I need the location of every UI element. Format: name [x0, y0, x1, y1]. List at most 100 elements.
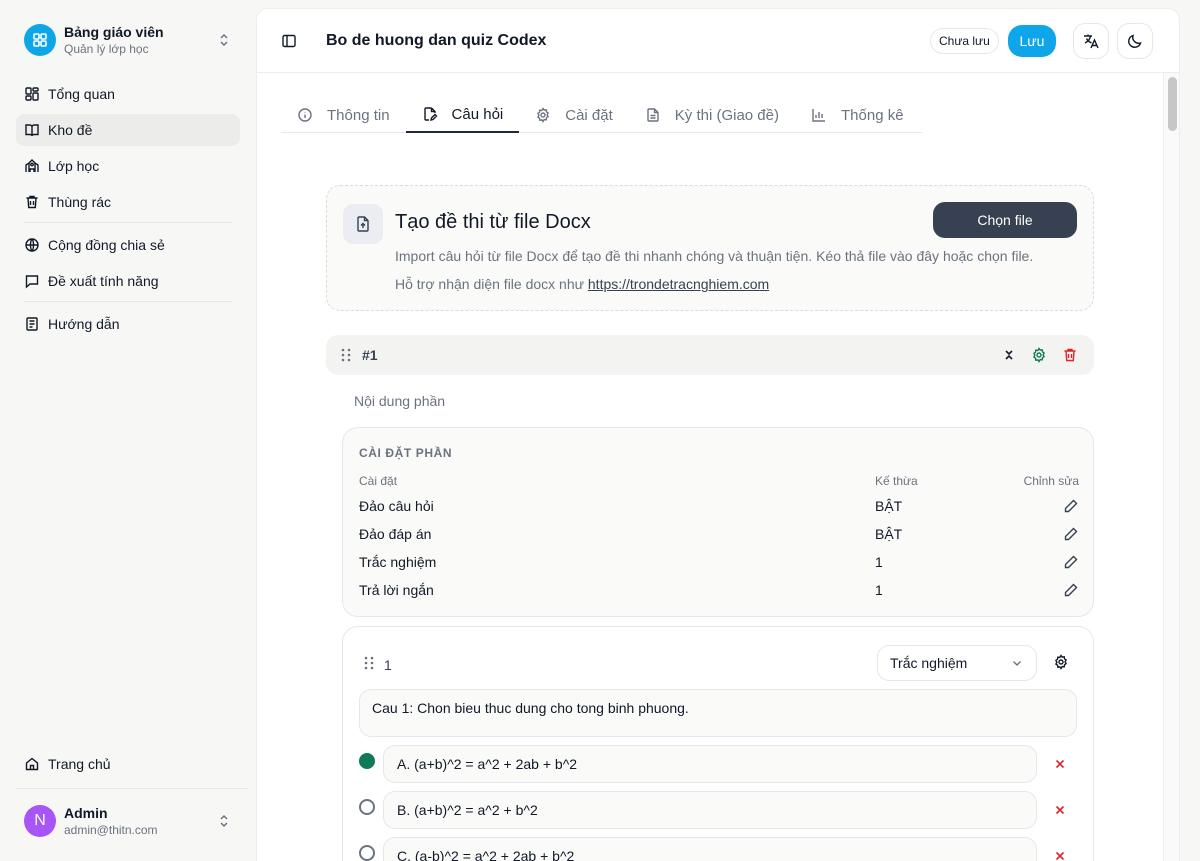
sidebar-divider	[24, 222, 232, 223]
user-name: Admin	[64, 805, 108, 821]
question-text-input[interactable]: Cau 1: Chon bieu thuc dung cho tong binh…	[359, 689, 1077, 737]
tab-statistics[interactable]: Thống kê	[795, 97, 920, 133]
save-button[interactable]: Lưu	[1008, 25, 1056, 57]
setting-value: BẬT	[875, 498, 903, 514]
correct-answer-radio[interactable]	[359, 753, 375, 769]
setting-value: 1	[875, 554, 883, 570]
sidebar-item-trash[interactable]: Thùng rác	[16, 186, 240, 218]
table-row: Đảo câu hỏi BẬT	[359, 494, 1079, 522]
globe-icon	[25, 238, 39, 252]
sidebar-divider	[24, 301, 232, 302]
delete-icon[interactable]	[1062, 347, 1078, 363]
tab-label: Kỳ thi (Giao đề)	[674, 106, 779, 124]
sidebar-item-label: Tổng quan	[48, 86, 115, 102]
drag-handle-icon[interactable]	[340, 348, 352, 362]
workspace-switcher[interactable]: Bảng giáo viên Quản lý lớp học	[16, 16, 240, 64]
sidebar-item-overview[interactable]: Tổng quan	[16, 78, 240, 110]
table-row: Trả lời ngắn 1	[359, 578, 1079, 606]
question-type-select[interactable]: Trắc nghiệm	[877, 645, 1037, 681]
edit-pencil-icon[interactable]	[1063, 554, 1079, 570]
import-support-text: Hỗ trợ nhận diện file docx như https://t…	[395, 276, 769, 292]
sidebar-item-guide[interactable]: Hướng dẫn	[16, 308, 240, 340]
close-icon[interactable]	[1053, 849, 1067, 861]
import-description: Import câu hỏi từ file Docx để tạo đề th…	[395, 248, 1034, 264]
sidebar-item-label: Kho đề	[48, 122, 93, 138]
dashboard-icon	[25, 87, 39, 101]
collapse-icon[interactable]	[1001, 347, 1017, 363]
setting-name: Đảo đáp án	[359, 526, 432, 542]
chevrons-up-down-icon	[220, 33, 228, 47]
sidebar-item-label: Lớp học	[48, 158, 100, 174]
question-type-value: Trắc nghiệm	[890, 655, 968, 671]
docx-import-dropzone[interactable]: Tạo đề thi từ file Docx Chọn file Import…	[326, 185, 1094, 311]
import-title: Tạo đề thi từ file Docx	[395, 211, 591, 233]
sidebar-item-classes[interactable]: Lớp học	[16, 150, 240, 182]
sidebar-item-label: Cộng đồng chia sẻ	[48, 237, 165, 253]
answer-option: B. (a+b)^2 = a^2 + b^2	[359, 791, 1079, 829]
scrollbar[interactable]	[1163, 73, 1179, 861]
book-icon	[25, 124, 39, 137]
gear-icon[interactable]	[1053, 654, 1069, 670]
answer-radio[interactable]	[359, 845, 375, 861]
message-square-icon	[25, 275, 39, 289]
brand-title: Bảng giáo viên	[64, 24, 164, 40]
close-icon[interactable]	[1053, 803, 1067, 817]
gear-icon[interactable]	[1031, 347, 1047, 363]
answer-option: C. (a-b)^2 = a^2 + 2ab + b^2	[359, 837, 1079, 861]
setting-value: BẬT	[875, 526, 903, 542]
close-icon[interactable]	[1053, 757, 1067, 771]
document-icon	[26, 317, 38, 331]
scrollbar-thumb[interactable]	[1168, 77, 1177, 131]
tab-exams[interactable]: Kỳ thi (Giao đề)	[629, 97, 795, 133]
file-pen-icon	[423, 107, 438, 121]
sidebar-toggle-icon[interactable]	[281, 33, 297, 49]
tab-questions[interactable]: Câu hỏi	[405, 97, 520, 133]
edit-pencil-icon[interactable]	[1063, 582, 1079, 598]
support-prefix: Hỗ trợ nhận diện file docx như	[395, 276, 588, 292]
tab-label: Thông tin	[327, 106, 390, 124]
answer-input[interactable]: C. (a-b)^2 = a^2 + 2ab + b^2	[383, 837, 1037, 861]
tab-bar: Thông tin Câu hỏi Cài đặt Kỳ thi (Giao đ…	[281, 97, 922, 133]
sidebar-item-question-bank[interactable]: Kho đề	[16, 114, 240, 146]
user-menu[interactable]: N Admin admin@thitn.com	[16, 800, 240, 842]
drag-handle-icon[interactable]	[363, 656, 375, 670]
choose-file-button[interactable]: Chọn file	[933, 202, 1077, 238]
sidebar-item-label: Thùng rác	[48, 194, 112, 210]
status-badge: Chưa lưu	[930, 28, 999, 54]
setting-name: Đảo câu hỏi	[359, 498, 434, 514]
page-title: Bo de huong dan quiz Codex	[326, 32, 547, 49]
sidebar-item-label: Đề xuất tính năng	[48, 273, 159, 289]
header-inherit: Kế thừa	[875, 474, 918, 488]
trash-icon	[26, 195, 38, 209]
avatar: N	[24, 805, 56, 837]
answer-input[interactable]: B. (a+b)^2 = a^2 + b^2	[383, 791, 1037, 829]
settings-table: Cài đặt Kế thừa Chỉnh sửa Đảo câu hỏi BẬ…	[359, 474, 1079, 606]
sidebar-item-home[interactable]: Trang chủ	[16, 748, 240, 780]
file-text-icon	[647, 108, 659, 122]
settings-title: CÀI ĐẶT PHẦN	[359, 446, 453, 460]
section-content-placeholder[interactable]: Nội dung phần	[354, 393, 445, 409]
chevrons-up-down-icon	[220, 814, 228, 828]
question-number: 1	[384, 657, 392, 673]
answer-radio[interactable]	[359, 799, 375, 815]
sidebar: Bảng giáo viên Quản lý lớp học Tổng quan…	[0, 0, 248, 861]
edit-pencil-icon[interactable]	[1063, 526, 1079, 542]
theme-toggle-button[interactable]	[1117, 23, 1153, 59]
support-link[interactable]: https://trondetracnghiem.com	[588, 276, 769, 292]
user-email: admin@thitn.com	[64, 823, 158, 837]
answer-input[interactable]: A. (a+b)^2 = a^2 + 2ab + b^2	[383, 745, 1037, 783]
header-edit: Chỉnh sửa	[1023, 474, 1079, 488]
sidebar-item-community[interactable]: Cộng đồng chia sẻ	[16, 229, 240, 261]
tab-settings[interactable]: Cài đặt	[519, 97, 629, 133]
table-row: Trắc nghiệm 1	[359, 550, 1079, 578]
sidebar-item-feature-request[interactable]: Đề xuất tính năng	[16, 265, 240, 297]
bar-chart-icon	[812, 109, 825, 122]
settings-table-header: Cài đặt Kế thừa Chỉnh sửa	[359, 474, 1079, 494]
chevron-down-icon	[1013, 661, 1021, 666]
gear-icon	[537, 107, 550, 123]
language-button[interactable]	[1073, 23, 1109, 59]
edit-pencil-icon[interactable]	[1063, 498, 1079, 514]
tab-info[interactable]: Thông tin	[281, 97, 406, 133]
section-header: #1	[326, 335, 1094, 375]
section-settings-card: CÀI ĐẶT PHẦN Cài đặt Kế thừa Chỉnh sửa Đ…	[342, 427, 1094, 617]
